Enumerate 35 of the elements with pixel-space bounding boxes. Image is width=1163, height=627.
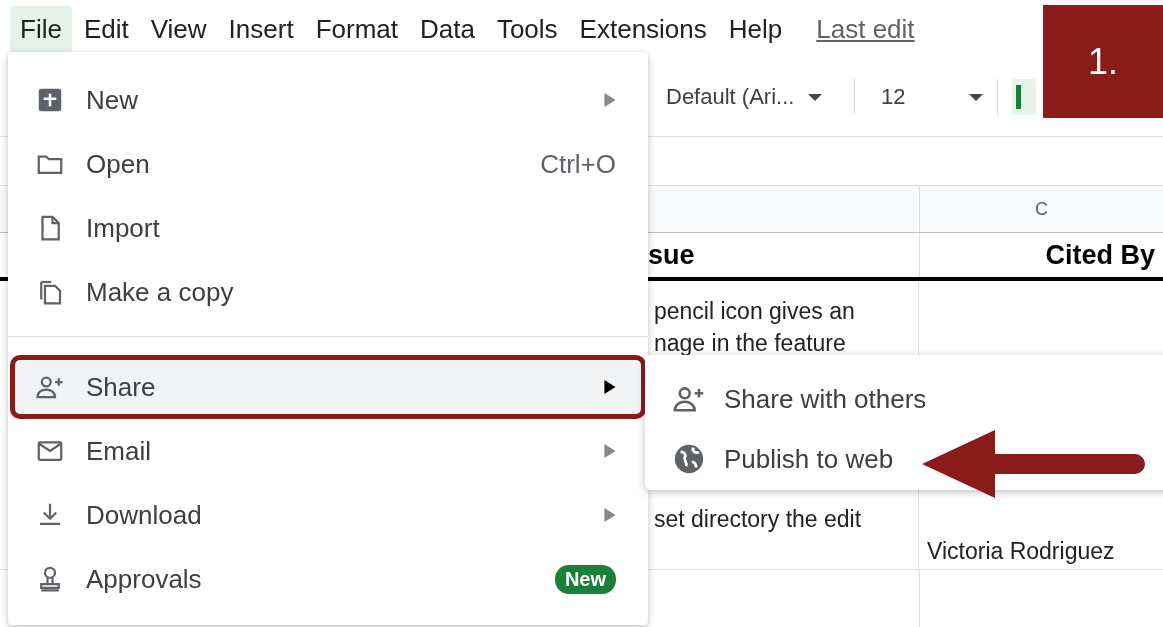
caret-icon [969, 93, 983, 101]
shortcut-text: Ctrl+O [540, 148, 616, 180]
table-cell-text: Victoria Rodriguez [927, 537, 1115, 566]
menu-item[interactable]: Open Ctrl+O [8, 132, 648, 196]
menu-bar-item[interactable]: Extensions [569, 5, 717, 53]
table-cell-text: pencil icon gives an nage in the feature [654, 297, 856, 358]
menu-item[interactable]: Make a copy [8, 260, 648, 324]
menu-bar-item[interactable]: Tools [486, 5, 568, 53]
new-badge: New [554, 564, 616, 594]
last-edit-link[interactable]: Last edit [816, 13, 915, 45]
font-size-dropdown[interactable]: 12 [861, 78, 991, 116]
menu-item[interactable]: Email [8, 419, 648, 483]
menu-item[interactable]: Approvals New [8, 547, 648, 611]
menu-item[interactable]: Share with others [645, 369, 1163, 429]
menu-bar-item[interactable]: File [10, 5, 72, 53]
menu-item[interactable]: Publish to web [645, 429, 1163, 489]
menu-item[interactable]: New [8, 68, 648, 132]
menu-bar-item[interactable]: Insert [218, 5, 304, 53]
menu-item[interactable]: Download [8, 483, 648, 547]
caret-icon [808, 93, 823, 101]
menu-item[interactable]: Import [8, 196, 648, 260]
toolbar-icon[interactable] [1012, 79, 1036, 115]
menu-bar-item[interactable]: Edit [73, 5, 139, 53]
font-dropdown[interactable]: Default (Ari... [648, 78, 848, 116]
table-cell-text: set directory the edit [654, 505, 863, 534]
table-cell: Cited By [1045, 239, 1155, 271]
menu-bar-item[interactable]: Help [718, 5, 793, 53]
menu-bar-item[interactable]: Format [305, 5, 408, 53]
table-cell: sue [648, 239, 695, 271]
step-badge: 1. [1043, 5, 1163, 118]
column-header: C [1035, 198, 1048, 220]
menu-item[interactable]: Share [10, 355, 646, 419]
menu-bar-item[interactable]: Data [410, 5, 485, 53]
globe-icon [672, 442, 706, 476]
menu-bar-item[interactable]: View [140, 5, 217, 53]
